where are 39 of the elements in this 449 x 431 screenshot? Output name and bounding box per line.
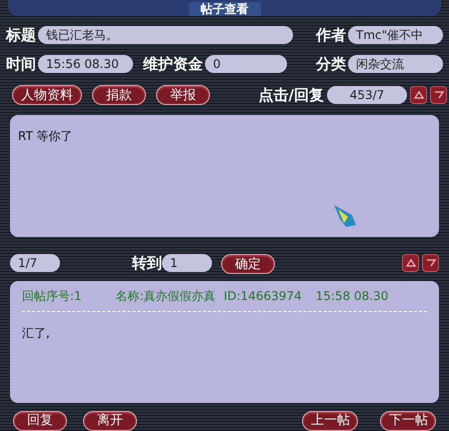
field-label: 时间 <box>6 54 36 74</box>
text-field[interactable]: 1 <box>162 254 212 272</box>
action-button[interactable]: 回复 <box>13 410 67 430</box>
scroll-up-button[interactable] <box>410 86 427 104</box>
triangle-down-icon <box>434 90 444 100</box>
text-field[interactable]: 15:56 08.30 <box>38 54 133 73</box>
field-label: 维护资金 <box>143 54 203 74</box>
window-title: 帖子查看 <box>188 2 260 16</box>
field-label: 标题 <box>6 25 36 46</box>
scroll-down-button[interactable] <box>422 254 439 272</box>
text-field[interactable]: 钱已汇老马。 <box>38 26 293 44</box>
triangle-up-icon <box>414 90 424 100</box>
action-button[interactable]: 捐款 <box>92 85 146 106</box>
text-field[interactable]: Tmc"催不中 <box>348 26 443 44</box>
action-button[interactable]: 确定 <box>221 254 275 274</box>
action-button[interactable]: 离开 <box>83 410 137 430</box>
scroll-up-button[interactable] <box>402 254 419 272</box>
text-field[interactable]: 闲杂交流 <box>348 54 443 73</box>
action-button[interactable]: 举报 <box>156 85 210 106</box>
text-field[interactable]: 0 <box>205 54 287 73</box>
text-field[interactable]: 453/7 <box>327 86 407 104</box>
post-body: RT 等你了 <box>18 128 73 142</box>
reply-body: 汇了, <box>22 326 50 340</box>
field-label: 转到 <box>132 254 162 272</box>
scroll-down-button[interactable] <box>430 86 447 104</box>
cursor-icon <box>332 202 358 228</box>
action-button[interactable]: 人物资料 <box>12 85 82 106</box>
reply-time: 15:58 08.30 <box>316 288 388 304</box>
action-button[interactable]: 下一帖 <box>380 410 436 430</box>
triangle-up-icon <box>406 258 416 268</box>
reply-number: 回帖序号:1 <box>22 288 82 304</box>
field-label: 点击/回复 <box>258 85 324 106</box>
reply-id: ID:14663974 <box>224 288 302 304</box>
reply-author: 名称:真亦假假亦真 <box>116 288 216 304</box>
action-button[interactable]: 上一帖 <box>302 410 358 430</box>
field-label: 作者 <box>316 25 346 46</box>
triangle-down-icon <box>426 258 436 268</box>
text-field[interactable]: 1/7 <box>10 254 60 272</box>
field-label: 分类 <box>316 54 346 74</box>
